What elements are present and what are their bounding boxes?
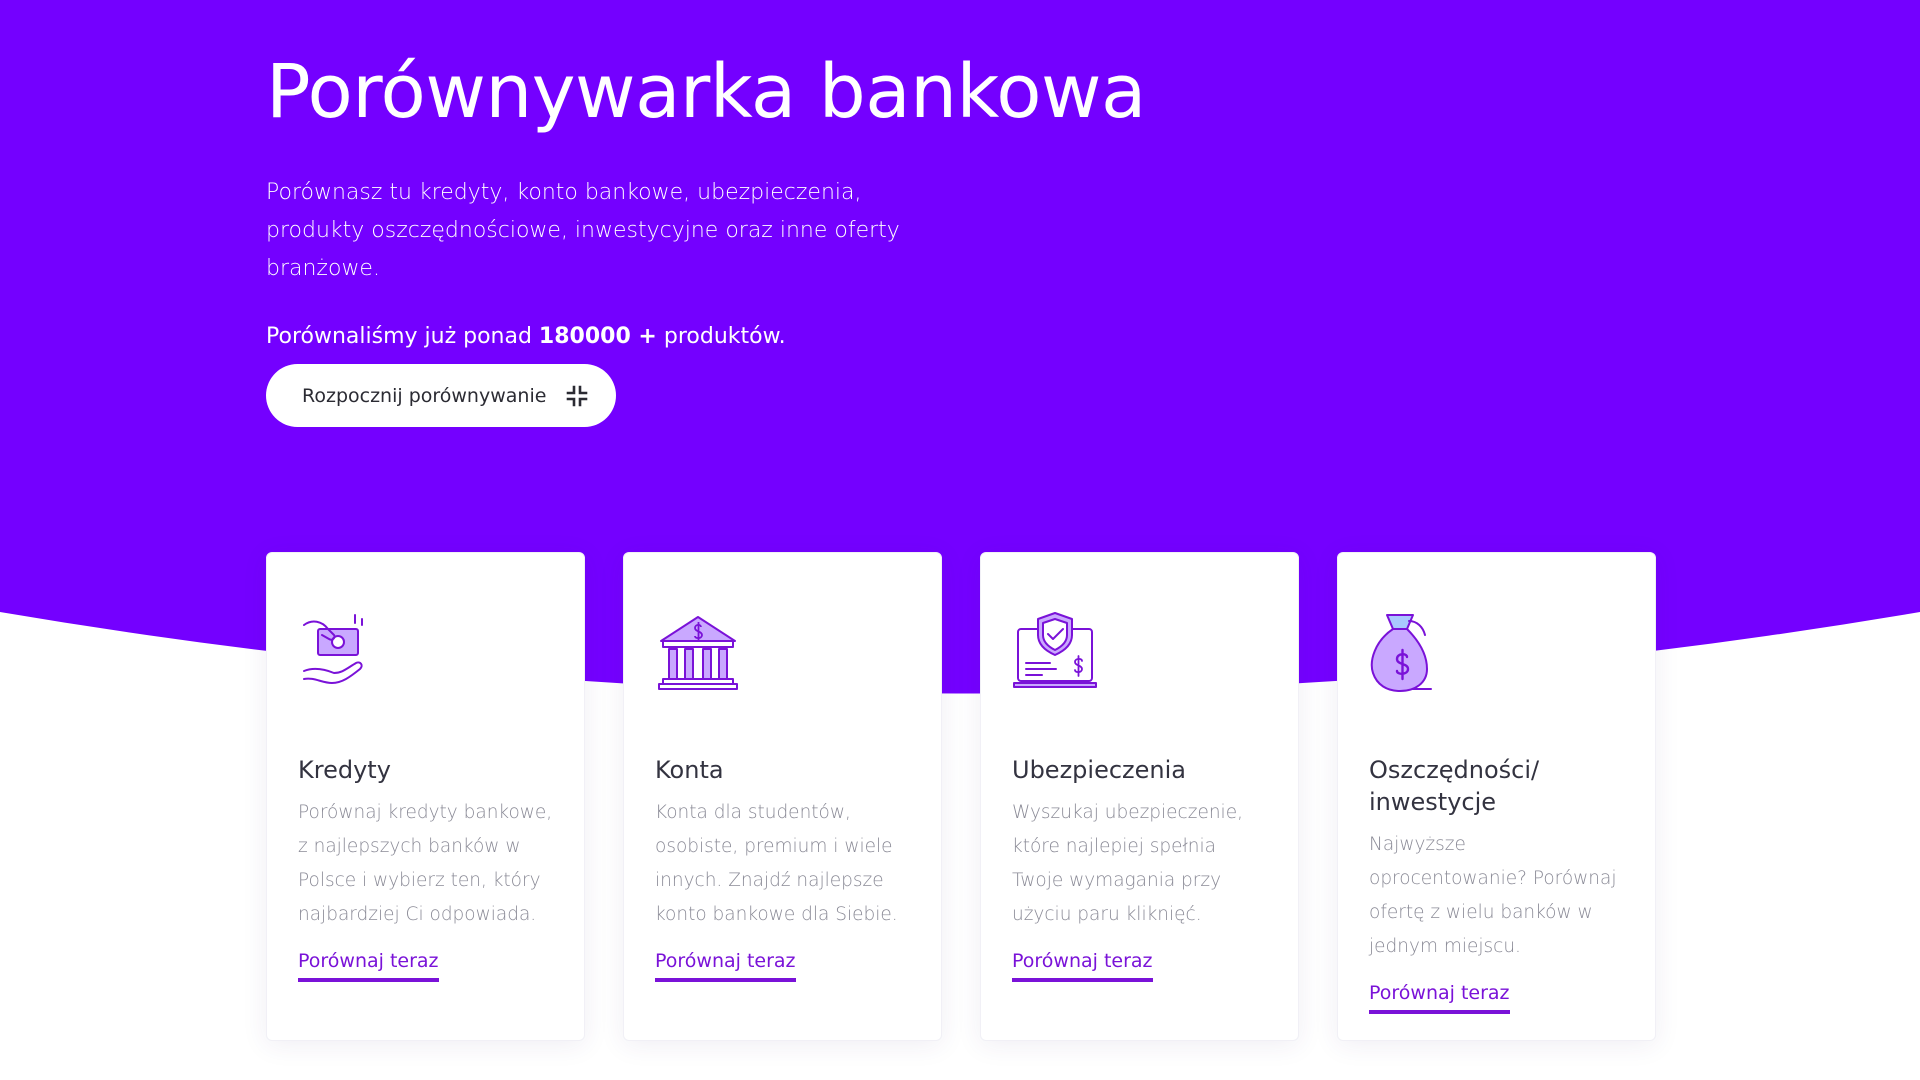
card-title: Konta	[655, 756, 724, 784]
card-konta: Konta Konta dla studentów, osobiste, pre…	[623, 552, 942, 1041]
card-description: Wyszukaj ubezpieczenie, które najlepiej …	[1012, 802, 1243, 925]
compare-now-link[interactable]: Porównaj teraz	[1369, 982, 1510, 1014]
card-oszczednosci: Oszczędności/ inwestycje Najwyższe oproc…	[1337, 552, 1656, 1041]
card-description: Najwyższe oprocentowanie? Porównaj ofert…	[1369, 834, 1617, 957]
compare-now-link[interactable]: Porównaj teraz	[655, 950, 796, 982]
compress-icon	[567, 385, 588, 406]
products-count: Porównaliśmy już ponad 180000 + produktó…	[266, 318, 1166, 356]
card-title: Ubezpieczenia	[1012, 756, 1186, 784]
start-comparison-button[interactable]: Rozpocznij porównywanie	[266, 364, 616, 427]
money-bag-icon	[1370, 614, 1432, 692]
hero-description: Porównasz tu kredyty, konto bankowe, ube…	[266, 180, 900, 281]
card-description: Porównaj kredyty bankowe, z najlepszych …	[298, 802, 553, 925]
hero-section: Porównywarka bankowa Porównasz tu kredyt…	[266, 44, 1166, 356]
card-kredyty: Kredyty Porównaj kredyty bankowe, z najl…	[266, 552, 585, 1041]
cash-hand-icon	[303, 614, 363, 684]
product-cards: Kredyty Porównaj kredyty bankowe, z najl…	[266, 552, 1656, 1041]
page-title: Porównywarka bankowa	[266, 49, 1146, 135]
start-comparison-label: Rozpocznij porównywanie	[302, 384, 547, 407]
card-description: Konta dla studentów, osobiste, premium i…	[655, 802, 898, 925]
count-prefix: Porównaliśmy już ponad	[266, 324, 539, 349]
shield-laptop-icon	[1013, 612, 1097, 688]
count-suffix: produktów.	[656, 324, 786, 349]
compare-now-link[interactable]: Porównaj teraz	[298, 950, 439, 982]
card-title: Oszczędności/ inwestycje	[1369, 756, 1540, 816]
compare-now-link[interactable]: Porównaj teraz	[1012, 950, 1153, 982]
bank-building-icon	[658, 616, 738, 690]
count-value: 180000 +	[538, 324, 657, 349]
card-ubezpieczenia: Ubezpieczenia Wyszukaj ubezpieczenie, kt…	[980, 552, 1299, 1041]
card-title: Kredyty	[298, 756, 391, 784]
